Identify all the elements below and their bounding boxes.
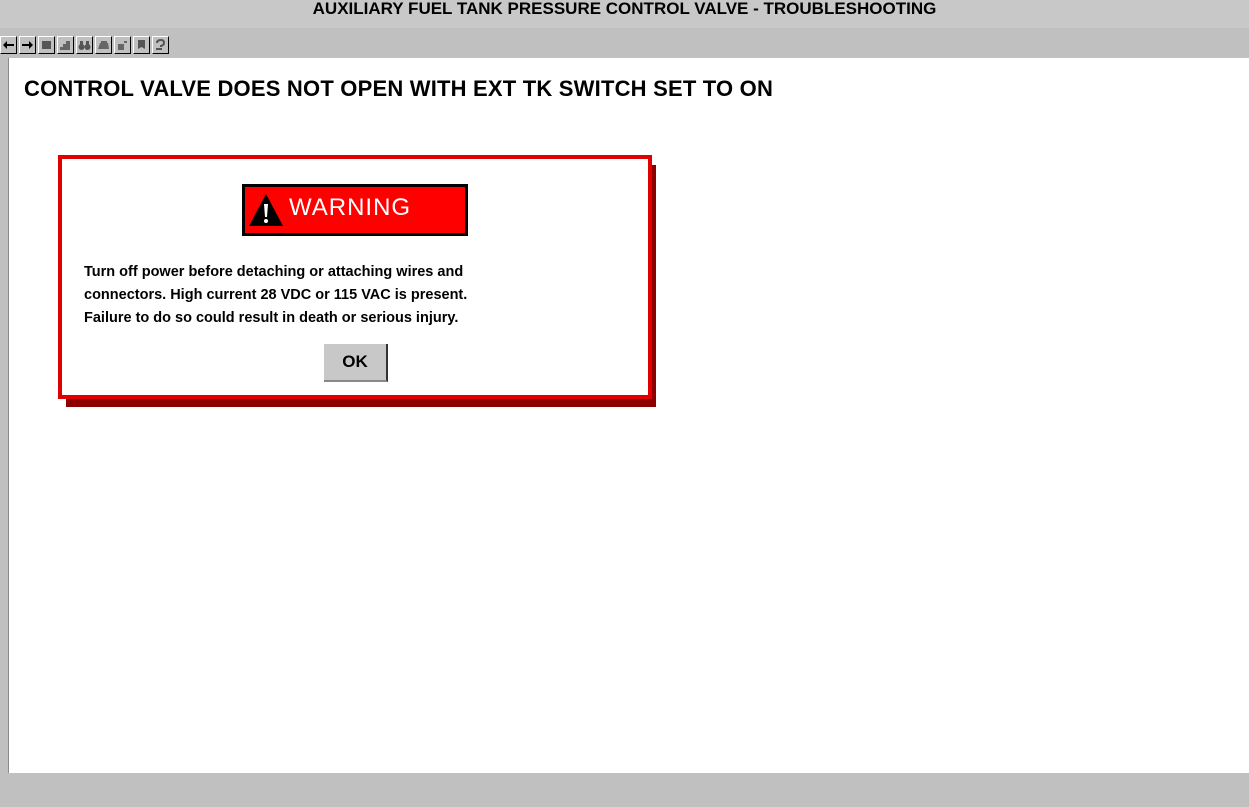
warning-label: WARNING (289, 194, 412, 221)
warning-badge: WARNING (242, 184, 468, 236)
help-button[interactable] (152, 36, 169, 54)
print-button[interactable] (95, 36, 112, 54)
ok-button[interactable]: OK (324, 344, 388, 382)
staircase-icon (60, 41, 70, 50)
step-button[interactable] (57, 36, 74, 54)
help-icon (156, 38, 166, 50)
notes-button[interactable] (133, 36, 150, 54)
toolbar (0, 28, 1249, 58)
stop-button[interactable] (38, 36, 55, 54)
warning-message-line: Failure to do so could result in death o… (84, 310, 459, 326)
warning-message-line: Turn off power before detaching or attac… (84, 264, 464, 280)
arrow-right-icon (22, 41, 33, 49)
window-title: AUXILIARY FUEL TANK PRESSURE CONTROL VAL… (312, 0, 937, 18)
find-button[interactable] (76, 36, 93, 54)
window-title-bar: AUXILIARY FUEL TANK PRESSURE CONTROL VAL… (0, 0, 1249, 28)
flag-icon (118, 41, 127, 50)
warning-triangle-icon (249, 194, 283, 226)
warning-message-line: connectors. High current 28 VDC or 115 V… (84, 287, 468, 303)
arrow-left-icon (3, 41, 14, 49)
printer-icon (98, 41, 109, 49)
page-heading: CONTROL VALVE DOES NOT OPEN WITH EXT TK … (24, 76, 774, 101)
page-icon (138, 40, 145, 49)
warning-message: Turn off power before detaching or attac… (84, 261, 624, 330)
warning-dialog: WARNING Turn off power before detaching … (58, 155, 652, 399)
status-bar (0, 773, 1249, 807)
bookmark-button[interactable] (114, 36, 131, 54)
binoculars-icon (78, 41, 91, 50)
back-button[interactable] (0, 36, 17, 54)
square-icon (42, 41, 51, 49)
forward-button[interactable] (19, 36, 36, 54)
